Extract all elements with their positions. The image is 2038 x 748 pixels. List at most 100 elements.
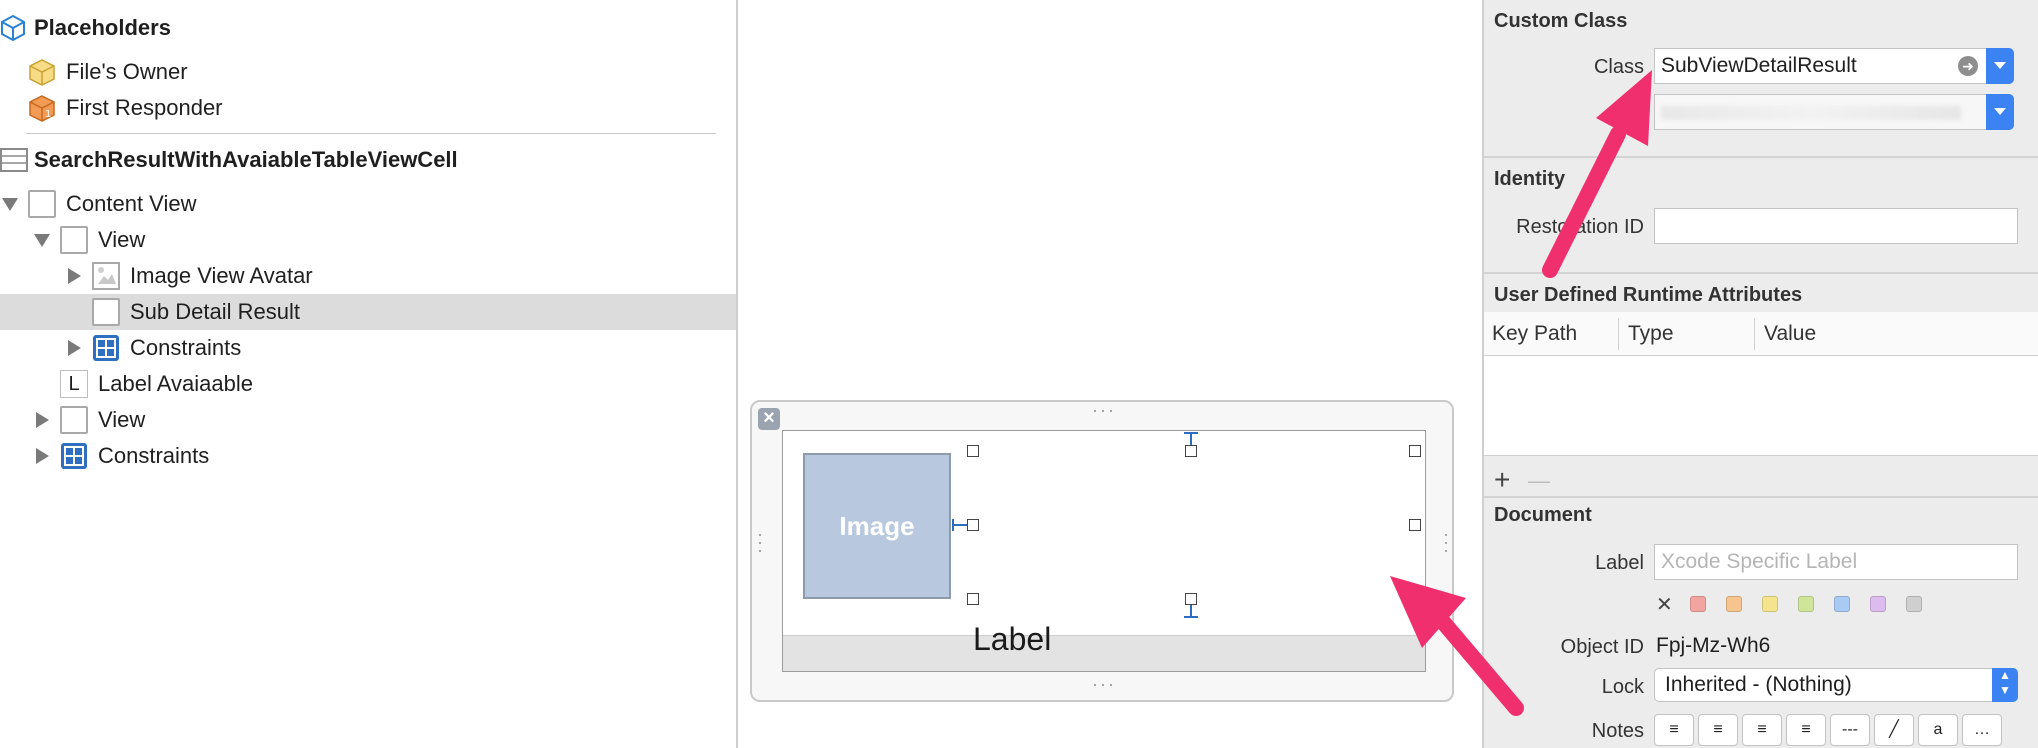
column-separator	[1754, 318, 1755, 350]
outline-item-table-view-cell[interactable]: SearchResultWithAvaiableTableViewCell	[0, 142, 736, 178]
column-header-value[interactable]: Value	[1764, 322, 1816, 346]
outline-item-label-avaiaable[interactable]: L Label Avaiaable	[0, 366, 736, 402]
text-color-icon[interactable]: a	[1918, 714, 1958, 746]
document-outline: Placeholders File's Owner 1 First Respon…	[0, 0, 736, 748]
view-icon	[60, 406, 88, 434]
view-icon	[92, 298, 120, 326]
cell-scene[interactable]: × ··· ··· ··· ··· Image Label	[750, 400, 1457, 702]
align-right-icon[interactable]: ≡	[1742, 714, 1782, 746]
align-justify-icon[interactable]: ≡	[1786, 714, 1826, 746]
color-swatch-yellow[interactable]	[1762, 596, 1778, 612]
outline-item-label: View	[98, 407, 146, 432]
close-icon[interactable]: ×	[758, 408, 780, 430]
runtime-attributes-title: User Defined Runtime Attributes	[1494, 284, 1803, 306]
restoration-id-label: Restoration ID	[1516, 216, 1644, 238]
no-color-icon[interactable]: ╱	[1874, 714, 1914, 746]
add-attribute-button[interactable]: +	[1494, 464, 1510, 496]
image-view-icon	[92, 262, 120, 290]
outline-item-content-view[interactable]: Content View	[0, 186, 736, 222]
constraint-indicators	[952, 432, 1198, 618]
color-swatch-gray[interactable]	[1906, 596, 1922, 612]
outline-item-label: View	[98, 227, 146, 252]
placeholders-header[interactable]: Placeholders	[0, 10, 736, 46]
first-responder-cube-icon: 1	[29, 95, 55, 122]
runtime-attributes-header: Key Path Type Value	[1484, 312, 2038, 356]
disclosure-open-icon[interactable]	[2, 198, 18, 211]
disclosure-closed-icon[interactable]	[36, 448, 49, 464]
outline-item-files-owner[interactable]: File's Owner	[0, 54, 736, 90]
class-dropdown-button[interactable]	[1986, 48, 2014, 84]
disclosure-open-icon[interactable]	[34, 234, 50, 247]
notes-label: Notes	[1591, 720, 1644, 742]
lock-label: Lock	[1601, 676, 1644, 698]
lock-popup[interactable]: Inherited - (Nothing)	[1654, 668, 2002, 702]
module-field[interactable]	[1654, 94, 2000, 130]
label-icon: L	[60, 370, 88, 398]
restoration-id-field[interactable]	[1654, 208, 2018, 244]
outline-item-image-view-avatar[interactable]: Image View Avatar	[0, 258, 736, 294]
document-title: Document	[1494, 504, 1592, 526]
color-swatch-orange[interactable]	[1726, 596, 1742, 612]
column-header-key-path[interactable]: Key Path	[1492, 322, 1577, 346]
outline-item-view[interactable]: View	[0, 222, 736, 258]
outline-item-label: Sub Detail Result	[130, 299, 300, 324]
table-cell-icon	[0, 148, 28, 172]
label-avaiaable[interactable]: Label	[973, 621, 1051, 658]
remove-attribute-button[interactable]: —	[1528, 468, 1550, 494]
object-id-value: Fpj-Mz-Wh6	[1656, 634, 1771, 657]
column-separator	[1618, 318, 1619, 350]
identity-title: Identity	[1494, 168, 1566, 190]
align-center-icon[interactable]: ≡	[1698, 714, 1738, 746]
object-id-label: Object ID	[1560, 636, 1644, 658]
first-responder-label: First Responder	[66, 95, 223, 120]
lock-value: Inherited - (Nothing)	[1665, 673, 1852, 696]
color-swatch-red[interactable]	[1690, 596, 1706, 612]
module-value-blurred	[1661, 106, 1961, 120]
document-label-label: Label	[1595, 552, 1644, 574]
disclosure-closed-icon[interactable]	[36, 412, 49, 428]
go-to-class-icon[interactable]: ➜	[1958, 56, 1978, 76]
outline-item-sub-detail-result[interactable]: Sub Detail Result	[0, 294, 736, 330]
class-field[interactable]: SubViewDetailResult	[1654, 48, 2000, 84]
outline-item-label: Constraints	[98, 443, 210, 468]
table-view-cell[interactable]: Image Label	[782, 430, 1426, 672]
runtime-attributes-table[interactable]	[1484, 356, 2038, 456]
lock-popup-arrows-icon[interactable]: ▲ ▼	[1992, 668, 2018, 702]
constraints-icon	[93, 335, 119, 361]
files-owner-cube-icon	[29, 59, 55, 86]
cube-icon	[1, 14, 25, 42]
color-swatch-blue[interactable]	[1834, 596, 1850, 612]
disclosure-closed-icon[interactable]	[68, 340, 81, 356]
clear-color-icon[interactable]: ✕	[1656, 592, 1673, 617]
outline-item-label: Content View	[66, 191, 197, 216]
outline-item-constraints[interactable]: Constraints	[0, 330, 736, 366]
align-left-icon[interactable]: ≡	[1654, 714, 1694, 746]
outline-item-first-responder[interactable]: 1 First Responder	[0, 90, 736, 126]
section-separator	[1484, 272, 2038, 274]
xcode-label-field[interactable]: Xcode Specific Label	[1654, 544, 2018, 580]
disclosure-closed-icon[interactable]	[68, 268, 81, 284]
left-grip-icon[interactable]: ···	[750, 532, 771, 556]
section-separator	[1484, 156, 2038, 158]
xcode-label-placeholder: Xcode Specific Label	[1661, 550, 1858, 573]
files-owner-label: File's Owner	[66, 59, 188, 84]
color-swatch-purple[interactable]	[1870, 596, 1886, 612]
interface-builder-canvas[interactable]: × ··· ··· ··· ··· Image Label	[738, 0, 1482, 748]
top-grip-icon[interactable]: ···	[1092, 400, 1116, 421]
cell-title-label: SearchResultWithAvaiableTableViewCell	[34, 147, 458, 172]
module-dropdown-button[interactable]	[1986, 94, 2014, 130]
outline-item-view[interactable]: View	[0, 402, 736, 438]
class-label: Class	[1593, 56, 1644, 78]
svg-text:1: 1	[45, 109, 51, 120]
column-header-type[interactable]: Type	[1628, 322, 1674, 346]
bottom-grip-icon[interactable]: ···	[1092, 674, 1116, 695]
class-value: SubViewDetailResult	[1661, 54, 1857, 77]
placeholders-label: Placeholders	[34, 15, 171, 40]
horizontal-rule-icon[interactable]: ---	[1830, 714, 1870, 746]
constraints-icon	[61, 443, 87, 469]
right-grip-icon[interactable]: ···	[1436, 532, 1457, 556]
view-icon	[28, 190, 56, 218]
color-swatch-green[interactable]	[1798, 596, 1814, 612]
more-options-icon[interactable]: …	[1962, 714, 2002, 746]
outline-item-constraints[interactable]: Constraints	[0, 438, 736, 474]
